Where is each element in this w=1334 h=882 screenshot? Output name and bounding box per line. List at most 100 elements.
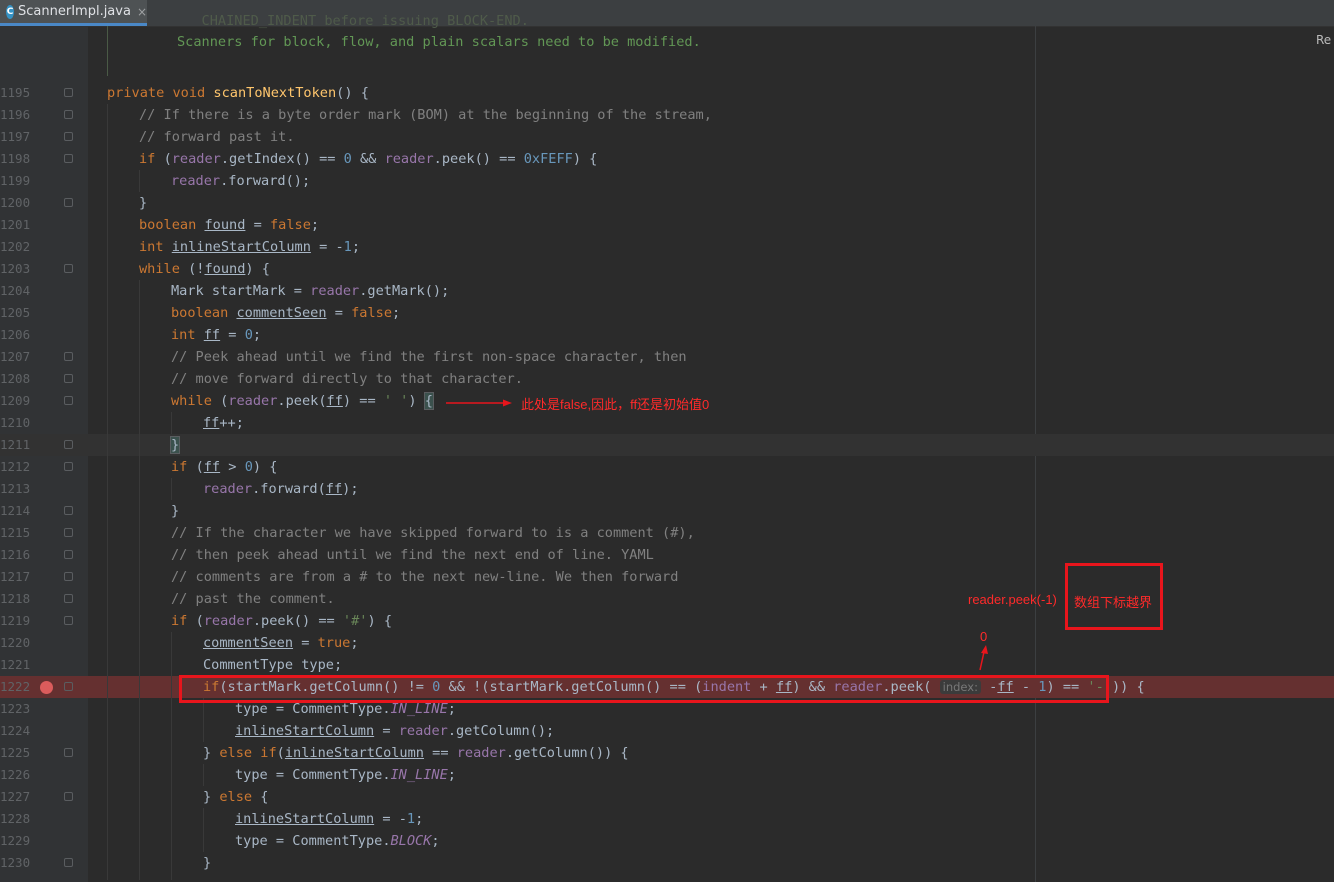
line-number[interactable]: 1220 xyxy=(0,632,30,654)
indent-guide xyxy=(203,808,204,852)
code-line: } else { xyxy=(203,789,269,805)
line-number[interactable]: 1198 xyxy=(0,148,30,170)
indent-guide xyxy=(139,280,140,880)
line-number[interactable]: 1218 xyxy=(0,588,30,610)
fold-icon[interactable] xyxy=(64,528,73,537)
annotation-note-zero: 0 xyxy=(980,629,988,644)
fold-icon[interactable] xyxy=(64,396,73,405)
code-line: } xyxy=(171,503,180,519)
fold-icon[interactable] xyxy=(64,374,73,383)
fold-icon[interactable] xyxy=(64,462,73,471)
doc-comment-line: Scanners for block, flow, and plain scal… xyxy=(177,34,701,50)
indent-guide xyxy=(107,104,108,880)
line-number[interactable]: 1226 xyxy=(0,764,30,786)
line-number[interactable]: 1207 xyxy=(0,346,30,368)
breakpoint-icon[interactable] xyxy=(40,681,53,694)
line-number[interactable]: 1221 xyxy=(0,654,30,676)
line-number[interactable]: 1217 xyxy=(0,566,30,588)
line-number[interactable]: 1223 xyxy=(0,698,30,720)
line-number[interactable]: 1204 xyxy=(0,280,30,302)
code-line: boolean found = false; xyxy=(139,217,320,233)
code-line: reader.forward(); xyxy=(171,173,311,189)
fold-icon[interactable] xyxy=(64,594,73,603)
line-number[interactable]: 1228 xyxy=(0,808,30,830)
fold-icon[interactable] xyxy=(64,88,73,97)
code-line: // If there is a byte order mark (BOM) a… xyxy=(139,107,712,123)
line-number[interactable]: 1197 xyxy=(0,126,30,148)
line-number[interactable]: 1208 xyxy=(0,368,30,390)
code-line: inlineStartColumn = reader.getColumn(); xyxy=(235,723,555,739)
line-number[interactable]: 1202 xyxy=(0,236,30,258)
line-number[interactable]: 1205 xyxy=(0,302,30,324)
code-line: // move forward directly to that charact… xyxy=(171,371,523,387)
code-line: type = CommentType.BLOCK; xyxy=(235,833,440,849)
line-number[interactable]: 1215 xyxy=(0,522,30,544)
code-line: } xyxy=(139,195,148,211)
line-number[interactable]: 1225 xyxy=(0,742,30,764)
close-icon[interactable]: × xyxy=(137,5,147,19)
code-line: while (!found) { xyxy=(139,261,270,277)
doc-comment-guide xyxy=(107,26,108,76)
line-number[interactable]: 1210 xyxy=(0,412,30,434)
code-line: if (reader.getIndex() == 0 && reader.pee… xyxy=(139,151,598,167)
line-number[interactable]: 1199 xyxy=(0,170,30,192)
line-number[interactable]: 1211 xyxy=(0,434,30,456)
code-line: // forward past it. xyxy=(139,129,295,145)
fold-icon[interactable] xyxy=(64,198,73,207)
indent-guide xyxy=(203,698,204,742)
code-line: inlineStartColumn = -1; xyxy=(235,811,424,827)
line-number[interactable]: 1230 xyxy=(0,852,30,874)
fold-icon[interactable] xyxy=(64,792,73,801)
fold-icon[interactable] xyxy=(64,352,73,361)
code-line: int inlineStartColumn = -1; xyxy=(139,239,361,255)
fold-icon[interactable] xyxy=(64,440,73,449)
doc-comment-line: CHAINED_INDENT before issuing BLOCK-END. xyxy=(177,13,529,29)
code-line: private void scanToNextToken() { xyxy=(107,85,369,101)
line-number[interactable]: 1227 xyxy=(0,786,30,808)
code-line: while (reader.peek(ff) == ' ') { xyxy=(171,392,434,410)
fold-icon[interactable] xyxy=(64,572,73,581)
line-number[interactable]: 1222 xyxy=(0,676,30,698)
fold-icon[interactable] xyxy=(64,506,73,515)
code-line: int ff = 0; xyxy=(171,327,262,343)
line-number[interactable]: 1229 xyxy=(0,830,30,852)
line-number[interactable]: 1213 xyxy=(0,478,30,500)
annotation-box-breakpoint-line xyxy=(179,675,1109,703)
code-line: boolean commentSeen = false; xyxy=(171,305,401,321)
line-number[interactable]: 1224 xyxy=(0,720,30,742)
fold-icon[interactable] xyxy=(64,682,73,691)
line-number[interactable]: 1201 xyxy=(0,214,30,236)
tab-label: ScannerImpl.java xyxy=(18,4,131,19)
class-icon: C xyxy=(6,4,15,19)
code-line: } else if(inlineStartColumn == reader.ge… xyxy=(203,745,629,761)
line-number[interactable]: 1212 xyxy=(0,456,30,478)
indent-guide xyxy=(203,764,204,786)
fold-icon[interactable] xyxy=(64,616,73,625)
line-number[interactable]: 1203 xyxy=(0,258,30,280)
line-number[interactable]: 1195 xyxy=(0,82,30,104)
line-number[interactable]: 1196 xyxy=(0,104,30,126)
code-line: if (ff > 0) { xyxy=(171,459,278,475)
line-number[interactable]: 1219 xyxy=(0,610,30,632)
fold-icon[interactable] xyxy=(64,748,73,757)
line-number[interactable]: 1214 xyxy=(0,500,30,522)
annotation-note-peek: reader.peek(-1) xyxy=(968,592,1057,607)
code-line: commentSeen = true; xyxy=(203,635,359,651)
indent-guide xyxy=(171,478,172,500)
code-line: // If the character we have skipped forw… xyxy=(171,525,695,541)
tab-scannerimpl[interactable]: C ScannerImpl.java × xyxy=(0,0,147,26)
line-number[interactable]: 1206 xyxy=(0,324,30,346)
code-line: CommentType type; xyxy=(203,657,343,673)
line-number[interactable]: 1216 xyxy=(0,544,30,566)
fold-icon[interactable] xyxy=(64,132,73,141)
line-number[interactable]: 1200 xyxy=(0,192,30,214)
fold-icon[interactable] xyxy=(64,154,73,163)
fold-icon[interactable] xyxy=(64,264,73,273)
indent-guide xyxy=(171,632,172,880)
code-line: type = CommentType.IN_LINE; xyxy=(235,767,456,783)
line-number[interactable]: 1209 xyxy=(0,390,30,412)
fold-icon[interactable] xyxy=(64,858,73,867)
code-line: reader.forward(ff); xyxy=(203,481,359,497)
fold-icon[interactable] xyxy=(64,110,73,119)
fold-icon[interactable] xyxy=(64,550,73,559)
